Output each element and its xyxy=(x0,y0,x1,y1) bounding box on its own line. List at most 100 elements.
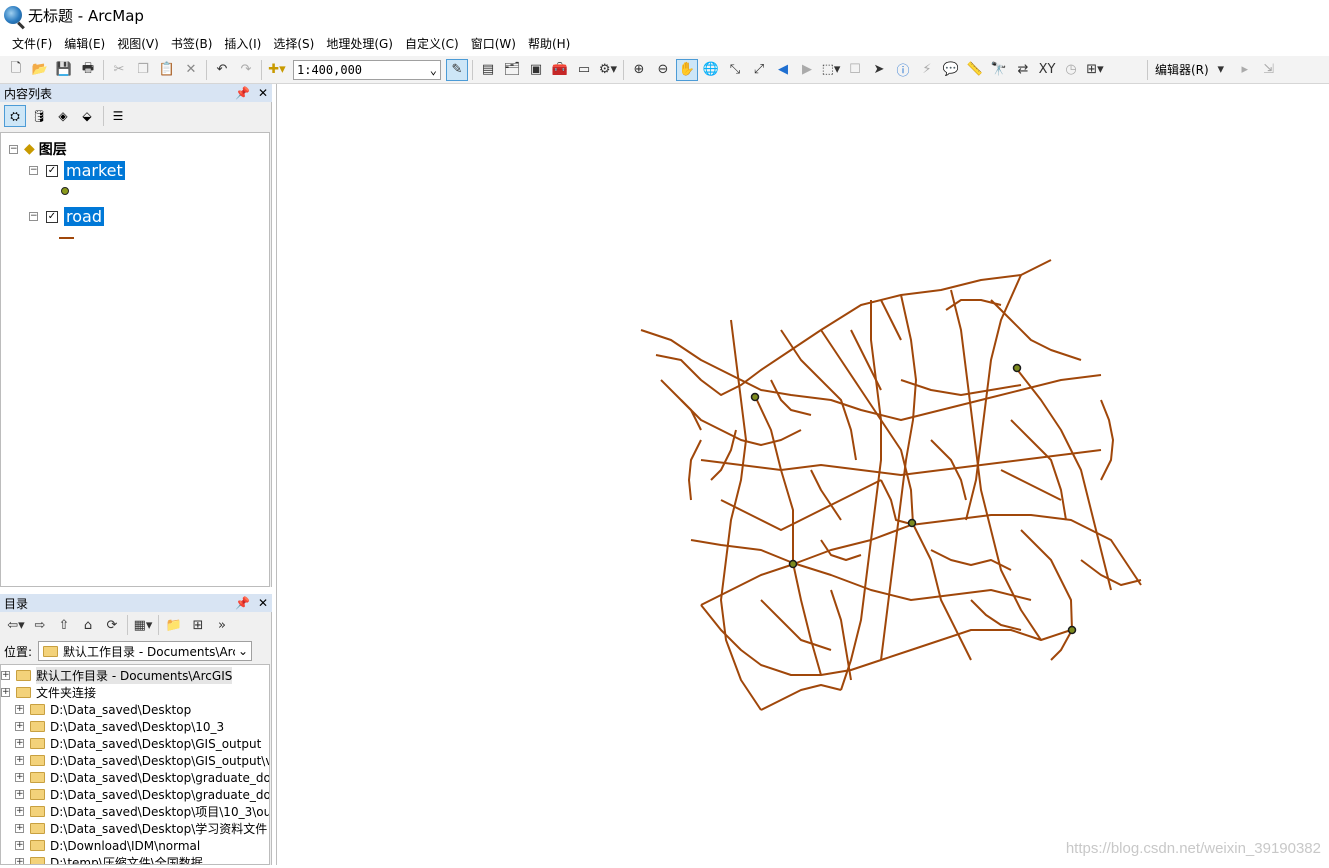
catalog-item[interactable]: + D:\Data_saved\Desktop xyxy=(15,701,191,718)
catalog-item[interactable]: + D:\Data_saved\Desktop\学习资料文件 xyxy=(15,820,267,837)
cut-icon[interactable]: ✂ xyxy=(108,59,130,81)
open-folder-icon[interactable]: 📂 xyxy=(29,59,51,81)
layer-visibility-checkbox[interactable]: ✓ xyxy=(46,164,58,177)
fixed-zoom-out-icon[interactable]: ⤢ xyxy=(748,59,770,81)
menu-windows[interactable]: 窗口(W) xyxy=(465,35,522,52)
connect-folder-icon[interactable]: 📁 xyxy=(163,614,185,636)
redo-icon[interactable]: ↷ xyxy=(235,59,257,81)
menu-help[interactable]: 帮助(H) xyxy=(522,35,576,52)
menu-customize[interactable]: 自定义(C) xyxy=(399,35,465,52)
home-icon[interactable]: ⌂ xyxy=(77,614,99,636)
map-scale-select[interactable]: 1:400,000 ⌄ xyxy=(293,59,441,80)
expand-icon[interactable]: + xyxy=(15,722,24,731)
catalog-item[interactable]: + D:\Download\IDM\normal xyxy=(15,837,200,854)
search-window-icon[interactable]: ▣ xyxy=(525,59,547,81)
map-canvas[interactable] xyxy=(277,84,1329,865)
expand-icon[interactable]: + xyxy=(1,671,10,680)
catalog-item[interactable]: + 文件夹连接 xyxy=(1,684,96,701)
html-popup-icon[interactable]: 💬 xyxy=(940,59,962,81)
layers-group-row[interactable]: − ◆ 图层 xyxy=(9,139,67,159)
editor-menu[interactable]: 编辑器(R) xyxy=(1155,61,1209,78)
views-grid-icon[interactable]: ▦▾ xyxy=(132,614,154,636)
close-icon[interactable]: ✕ xyxy=(258,596,268,610)
delete-icon[interactable]: ✕ xyxy=(180,59,202,81)
expand-icon[interactable]: + xyxy=(15,858,24,864)
identify-icon[interactable]: ⓘ xyxy=(892,59,914,81)
pin-icon[interactable]: 📌 xyxy=(235,86,250,100)
table-of-contents-icon[interactable]: ▤ xyxy=(477,59,499,81)
time-slider-icon[interactable]: ◷ xyxy=(1060,59,1082,81)
find-route-icon[interactable]: ⇄ xyxy=(1012,59,1034,81)
edit-annotation-icon[interactable]: ⇲ xyxy=(1258,59,1280,81)
back-arrow-icon[interactable]: ⇦▾ xyxy=(5,614,27,636)
zoom-out-icon[interactable]: ⊖ xyxy=(652,59,674,81)
toggle-contents-icon[interactable]: ⊞ xyxy=(187,614,209,636)
catalog-window-icon[interactable]: 🗂 xyxy=(501,59,523,81)
catalog-item[interactable]: + 默认工作目录 - Documents\ArcGIS xyxy=(1,667,233,684)
collapse-icon[interactable]: − xyxy=(9,144,18,154)
layer-name-road[interactable]: road xyxy=(64,207,104,226)
catalog-item[interactable]: + D:\Data_saved\Desktop\graduate_do xyxy=(15,786,269,803)
layer-name-market[interactable]: market xyxy=(64,161,125,180)
expand-icon[interactable]: + xyxy=(15,705,24,714)
map-view[interactable]: https://blog.csdn.net/weixin_39190382 xyxy=(276,84,1329,865)
save-icon[interactable]: 💾 xyxy=(53,59,75,81)
list-by-visibility-icon[interactable]: ◈ xyxy=(52,105,74,127)
full-extent-globe-icon[interactable]: 🌐 xyxy=(700,59,722,81)
forward-arrow-icon[interactable]: ⇨ xyxy=(29,614,51,636)
expand-icon[interactable]: + xyxy=(15,773,24,782)
location-select[interactable]: 默认工作目录 - Documents\ArcGIS ⌄ xyxy=(38,641,253,661)
menu-bookmarks[interactable]: 书签(B) xyxy=(165,35,219,52)
layer-visibility-checkbox[interactable]: ✓ xyxy=(46,210,58,223)
pan-hand-icon[interactable]: ✋ xyxy=(676,58,698,81)
expand-icon[interactable]: + xyxy=(15,841,24,850)
find-binoculars-icon[interactable]: 🔭 xyxy=(988,59,1010,81)
catalog-item[interactable]: + D:\Data_saved\Desktop\graduate_do xyxy=(15,769,269,786)
copy-icon[interactable]: ❐ xyxy=(132,59,154,81)
list-by-source-icon[interactable]: 🛢 xyxy=(28,105,50,127)
menu-file[interactable]: 文件(F) xyxy=(6,35,58,52)
expand-icon[interactable]: + xyxy=(15,790,24,799)
options-icon[interactable]: ☰ xyxy=(107,105,129,127)
collapse-icon[interactable]: − xyxy=(29,212,38,221)
menu-edit[interactable]: 编辑(E) xyxy=(58,35,111,52)
menu-insert[interactable]: 插入(I) xyxy=(218,35,267,52)
expand-icon[interactable]: + xyxy=(1,688,10,697)
paste-icon[interactable]: 📋 xyxy=(156,59,178,81)
create-viewer-window-icon[interactable]: ⊞▾ xyxy=(1084,59,1106,81)
go-to-xy-icon[interactable]: XY xyxy=(1036,59,1058,81)
collapse-icon[interactable]: − xyxy=(29,166,38,175)
select-elements-arrow-icon[interactable]: ➤ xyxy=(868,59,890,81)
modelbuilder-icon[interactable]: ⚙▾ xyxy=(597,59,619,81)
list-by-selection-icon[interactable]: ⬙ xyxy=(76,105,98,127)
catalog-item[interactable]: + D:\Data_saved\Desktop\GIS_output xyxy=(15,735,261,752)
menu-view[interactable]: 视图(V) xyxy=(111,35,165,52)
road-line-symbol-icon[interactable] xyxy=(59,237,74,239)
fixed-zoom-in-icon[interactable]: ⤡ xyxy=(724,59,746,81)
pin-icon[interactable]: 📌 xyxy=(235,596,250,610)
print-icon[interactable]: 🖶 xyxy=(77,59,99,81)
catalog-item[interactable]: + D:\temp\压缩文件\全国数据 xyxy=(15,854,203,864)
expand-icon[interactable]: + xyxy=(15,824,24,833)
forward-extent-icon[interactable]: ▶ xyxy=(796,59,818,81)
close-icon[interactable]: ✕ xyxy=(258,86,268,100)
undo-icon[interactable]: ↶ xyxy=(211,59,233,81)
expand-icon[interactable]: + xyxy=(15,807,24,816)
add-data-icon[interactable]: ✚▾ xyxy=(266,59,288,81)
catalog-item[interactable]: + D:\Data_saved\Desktop\GIS_output\v xyxy=(15,752,269,769)
expand-icon[interactable]: + xyxy=(15,756,24,765)
up-one-level-icon[interactable]: ⇧ xyxy=(53,614,75,636)
measure-icon[interactable]: 📏 xyxy=(964,59,986,81)
clear-selection-icon[interactable]: ☐ xyxy=(844,59,866,81)
select-features-icon[interactable]: ⬚▾ xyxy=(820,59,842,81)
layer-row-road[interactable]: − ✓ road xyxy=(29,207,104,226)
menu-selection[interactable]: 选择(S) xyxy=(267,35,320,52)
catalog-item[interactable]: + D:\Data_saved\Desktop\项目\10_3\ou xyxy=(15,803,269,820)
back-extent-icon[interactable]: ◀ xyxy=(772,59,794,81)
menu-geoprocessing[interactable]: 地理处理(G) xyxy=(320,35,399,52)
edit-tool-icon[interactable]: ▸ xyxy=(1234,59,1256,81)
refresh-icon[interactable]: ⟳ xyxy=(101,614,123,636)
arctoolbox-icon[interactable]: 🧰 xyxy=(549,59,571,81)
new-document-icon[interactable]: 🗋 xyxy=(5,59,27,81)
catalog-item[interactable]: + D:\Data_saved\Desktop\10_3 xyxy=(15,718,224,735)
